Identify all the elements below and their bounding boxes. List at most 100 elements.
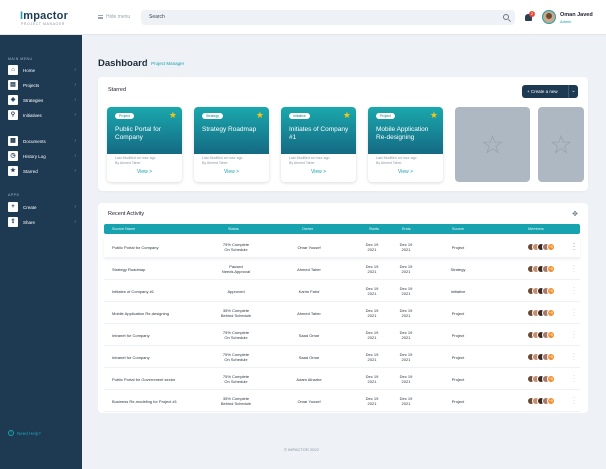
table-row[interactable]: Intranet for Company 75% Complete On Sch… [104,347,580,368]
starred-card[interactable]: Project ★ Public Portal for Company Last… [107,107,182,182]
view-link[interactable]: View > [368,169,443,175]
column-header[interactable]: Starts [369,227,379,231]
card-author: By Ahmed Taher [115,160,141,165]
table-row[interactable]: Public Portal for Company 75% Complete O… [104,237,580,258]
sidebar-item-documents[interactable]: ▦ Documents › [8,136,76,146]
view-link[interactable]: View > [281,169,356,175]
sidebar-item-projects[interactable]: ▤ Projects › [8,80,76,90]
activity-title: Recent Activity [108,211,145,217]
more-options-icon[interactable]: · · · [573,373,575,385]
sidebar-item-initiatives[interactable]: ⚲ Initiatives › [8,110,76,120]
star-outline-icon: ☆ [549,129,573,159]
sidebar-item-starred[interactable]: ★ Starred › [8,166,76,176]
search-icon[interactable] [503,14,509,20]
user-avatar[interactable] [542,10,556,24]
need-help-link[interactable]: ? Need Help? [8,430,41,436]
status-cell: 35% Complete Behind Schedule [208,396,264,406]
status-primary: Approved [227,289,245,294]
table-row[interactable]: Initiates of Company #1 Approved Karim F… [104,281,580,302]
member-count-badge: +5 [547,243,555,251]
table-header: Source Name Status Owner Starts Ends Source Me… [104,224,580,234]
chevron-right-icon: › [74,153,76,159]
star-icon[interactable]: ★ [343,110,351,121]
sidebar-item-share[interactable]: ⇪ Share › [8,217,76,227]
search-input[interactable]: Search [141,10,515,25]
card-title: Mobile Application Re-designing [376,126,429,141]
view-link[interactable]: View > [107,169,182,175]
sidebar-item-label: Starred [23,168,38,174]
card-tag: Project [115,113,134,119]
create-new-button[interactable]: + Create a new ⌄ [522,85,578,98]
start-date: Dec 19 2021 [360,352,384,362]
source-type: Project [451,355,465,360]
hamburger-icon [98,15,103,19]
more-options-icon[interactable]: · · · [573,351,575,363]
starred-card[interactable]: Project ★ Mobile Application Re-designin… [368,107,443,182]
column-header[interactable]: Source Name [112,227,135,231]
table-row[interactable]: Business Re-modeling for Project #1 35% … [104,391,580,412]
card-author: By Ahmed Taher [376,160,402,165]
owner-cell: Ahmed Taher [297,267,321,272]
source-name: Public Portal for Government sector [112,377,176,382]
hide-menu-button[interactable]: Hide menu [98,14,130,20]
starred-card[interactable]: Strategy ★ Strategy Roadmap Last Modifie… [194,107,269,182]
star-icon[interactable]: ★ [256,110,264,121]
card-tag: Project [376,113,395,119]
start-date: Dec 19 2021 [360,374,384,384]
more-options-icon[interactable]: · · · [573,329,575,341]
card-tag: Initiative [289,113,310,119]
star-icon[interactable]: ★ [169,110,177,121]
end-year: 2021 [401,379,411,384]
source-type: Initiative [450,289,466,294]
move-icon[interactable]: ✥ [572,210,578,218]
chevron-right-icon: › [74,82,76,88]
brand-logo[interactable]: Impactor [20,10,68,22]
create-new-label: + Create a new [527,89,558,94]
user-name[interactable]: Oman Javed [560,12,593,18]
source-type: Project [451,377,465,382]
source-type: Strategy [450,267,466,272]
sidebar-item-home[interactable]: ⌂ Home › [8,65,76,75]
table-row[interactable]: Public Portal for Government sector 75% … [104,369,580,390]
star-icon[interactable]: ★ [430,110,438,121]
column-header[interactable]: Members [528,227,544,231]
view-link[interactable]: View > [194,169,269,175]
more-options-icon[interactable]: · · · [573,263,575,275]
more-options-icon[interactable]: · · · [573,395,575,407]
card-author: By Ahmed Taher [202,160,228,165]
owner-cell: Ahmed Taher [297,311,321,316]
table-row[interactable]: Intranet for Company 75% Complete On Sch… [104,325,580,346]
sidebar-item-create[interactable]: + Create › [8,202,76,212]
card-meta: Last Modified an hour ago By Ahmed Taher [281,154,356,167]
help-icon: ? [8,430,14,436]
projects-icon: ▤ [8,80,18,90]
starred-card[interactable]: Initiative ★ Initiates of Company #1 Las… [281,107,356,182]
chevron-down-icon[interactable]: ⌄ [568,85,578,98]
status-secondary: Behind Schedule [220,313,252,318]
column-header[interactable]: Owner [302,227,313,231]
more-options-icon[interactable]: · · · [573,241,575,253]
start-year: 2021 [367,357,377,362]
table-row[interactable]: Strategy Roadmap Paused Needs Approval A… [104,259,580,280]
source-type: Project [451,399,465,404]
recent-activity-panel: Recent Activity ✥ Source Name Status Owner… [98,203,588,413]
end-date: Dec 19 2021 [394,308,418,318]
more-options-icon[interactable]: · · · [573,285,575,297]
source-type: Project [451,245,465,250]
strategies-icon: ◈ [8,95,18,105]
end-date: Dec 19 2021 [394,264,418,274]
sidebar-item-strategies[interactable]: ◈ Strategies › [8,95,76,105]
end-year: 2021 [401,291,411,296]
column-header[interactable]: Status [228,227,239,231]
share-icon: ⇪ [8,217,18,227]
chevron-right-icon: › [74,138,76,144]
source-name: Intranet for Company [112,333,150,338]
start-date: Dec 19 2021 [360,308,384,318]
table-row[interactable]: Mobile Application Re-designing 35% Comp… [104,303,580,324]
source-type: Project [451,333,465,338]
column-header[interactable]: Ends [402,227,411,231]
column-header[interactable]: Source [452,227,464,231]
sidebar-item-label: Strategies [23,97,44,103]
sidebar-item-history-log[interactable]: ◷ History Log › [8,151,76,161]
more-options-icon[interactable]: · · · [573,307,575,319]
